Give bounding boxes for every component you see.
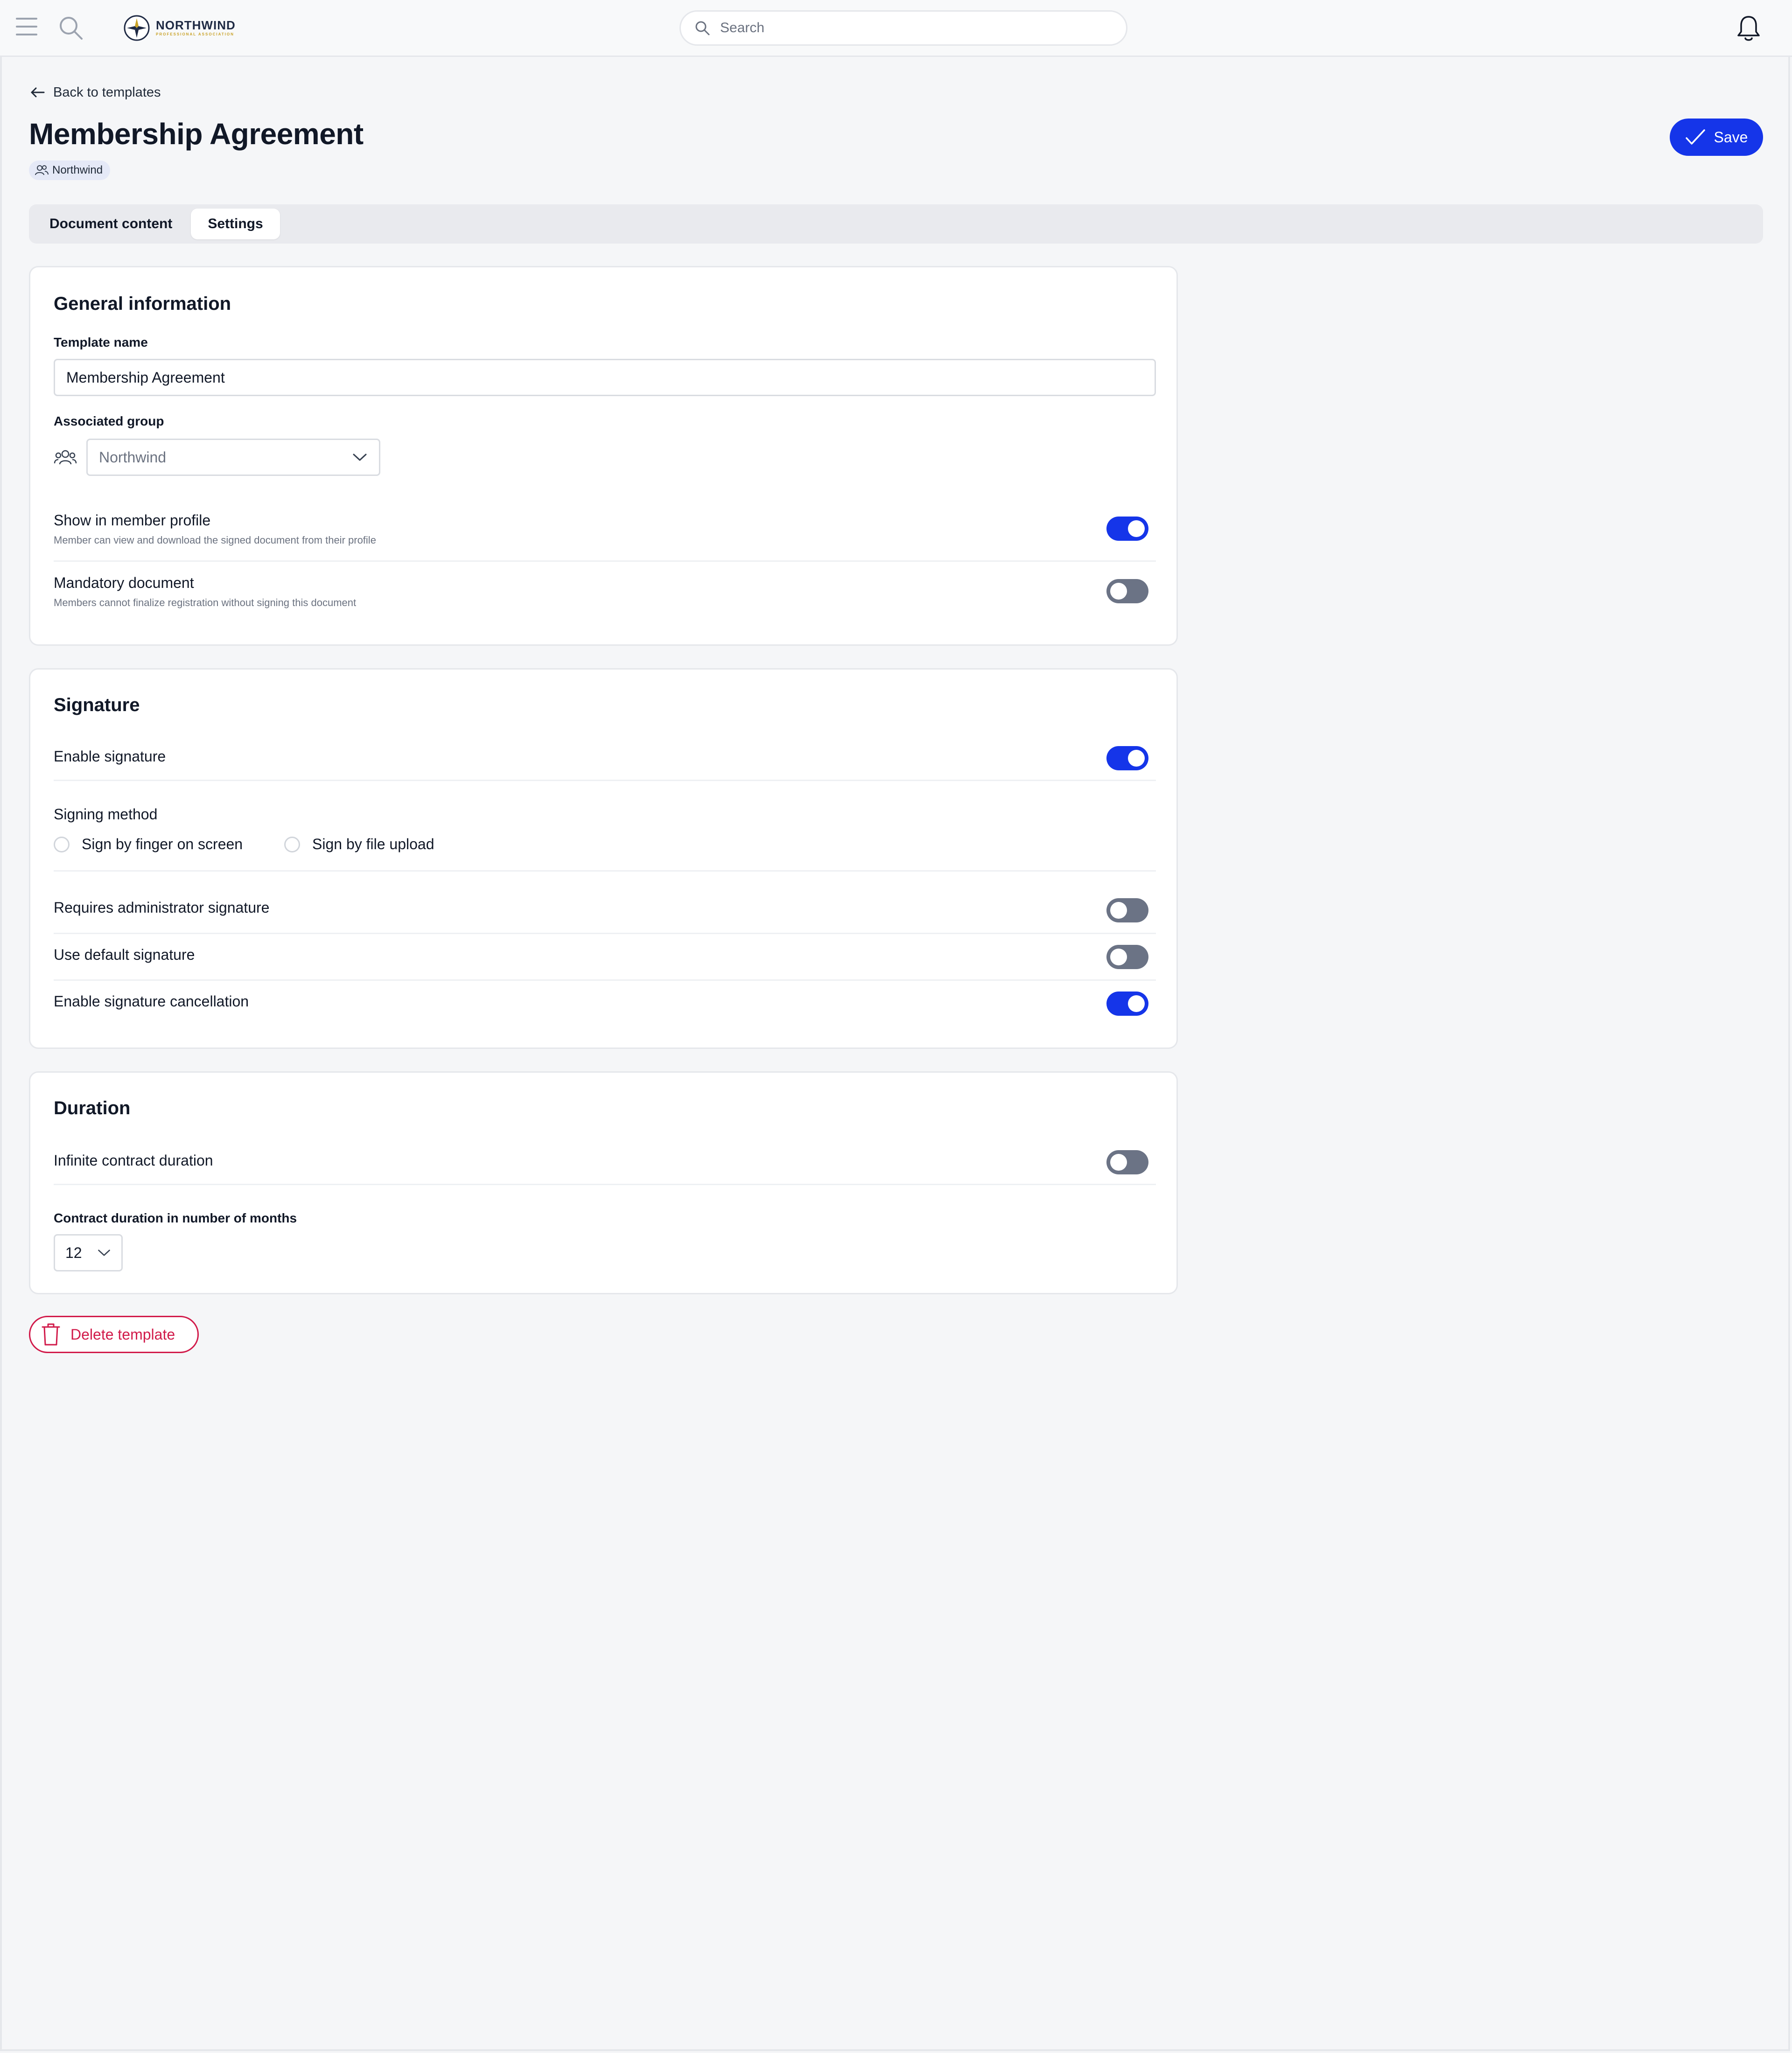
radio-label: Sign by finger on screen: [82, 836, 243, 852]
radio-label: Sign by file upload: [312, 836, 434, 852]
mandatory-document-toggle[interactable]: [1106, 579, 1148, 603]
search-icon[interactable]: [58, 15, 84, 41]
divider: [54, 780, 1156, 781]
show-in-profile-toggle[interactable]: [1106, 517, 1148, 541]
delete-template-button[interactable]: Delete template: [29, 1316, 199, 1353]
logo-name: NORTHWIND: [156, 18, 236, 32]
tab-document-content[interactable]: Document content: [33, 209, 189, 239]
contract-months-select[interactable]: 12: [54, 1234, 123, 1271]
contract-months-value: 12: [65, 1244, 82, 1261]
logo-tagline: PROFESSIONAL ASSOCIATION: [156, 32, 234, 36]
radio-button[interactable]: [284, 836, 300, 852]
enable-signature-title: Enable signature: [54, 748, 166, 765]
tab-bar: Document content Settings: [29, 204, 1763, 244]
top-bar: NORTHWIND PROFESSIONAL ASSOCIATION: [0, 0, 1792, 57]
search-input[interactable]: [719, 20, 1104, 36]
check-icon: [1685, 129, 1705, 145]
arrow-left-icon: [31, 87, 45, 98]
save-button[interactable]: Save: [1670, 119, 1763, 156]
default-signature-title: Use default signature: [54, 946, 195, 963]
menu-icon[interactable]: [16, 18, 37, 36]
bell-icon[interactable]: [1735, 14, 1762, 43]
radio-sign-by-file-upload[interactable]: Sign by file upload: [284, 836, 434, 853]
trash-icon: [42, 1323, 60, 1346]
tab-settings[interactable]: Settings: [191, 209, 280, 239]
contract-months-label: Contract duration in number of months: [54, 1211, 297, 1225]
signing-method-label: Signing method: [54, 806, 158, 823]
admin-signature-toggle[interactable]: [1106, 898, 1148, 922]
infinite-duration-title: Infinite contract duration: [54, 1152, 213, 1169]
group-badge: Northwind: [29, 161, 111, 180]
delete-template-label: Delete template: [70, 1326, 175, 1343]
divider: [54, 870, 1156, 872]
associated-group-value: Northwind: [99, 448, 167, 466]
divider: [54, 979, 1156, 981]
users-icon: [54, 450, 77, 465]
compass-logo-icon: [124, 15, 150, 41]
divider: [54, 1184, 1156, 1185]
back-link-label: Back to templates: [53, 84, 161, 100]
infinite-duration-toggle[interactable]: [1106, 1150, 1148, 1174]
search-box[interactable]: [679, 10, 1127, 46]
radio-button[interactable]: [54, 836, 70, 852]
show-in-profile-title: Show in member profile: [54, 512, 211, 529]
signature-card: Signature Enable signature Signing metho…: [29, 668, 1178, 1049]
signature-title: Signature: [54, 695, 140, 715]
save-button-label: Save: [1714, 128, 1748, 146]
enable-signature-toggle[interactable]: [1106, 746, 1148, 770]
general-information-title: General information: [54, 293, 231, 314]
chevron-down-icon: [98, 1250, 110, 1256]
template-name-input[interactable]: [54, 359, 1156, 396]
template-name-label: Template name: [54, 335, 148, 349]
show-in-profile-description: Member can view and download the signed …: [54, 534, 376, 546]
general-information-card: General information Template name Associ…: [29, 266, 1178, 646]
back-to-templates-link[interactable]: Back to templates: [29, 84, 161, 101]
chevron-down-icon: [353, 454, 367, 461]
associated-group-select[interactable]: Northwind: [86, 439, 380, 476]
signature-cancellation-toggle[interactable]: [1106, 992, 1148, 1016]
group-badge-label: Northwind: [52, 164, 103, 176]
logo[interactable]: NORTHWIND PROFESSIONAL ASSOCIATION: [123, 14, 236, 42]
radio-sign-by-finger[interactable]: Sign by finger on screen: [54, 836, 243, 853]
signature-cancellation-title: Enable signature cancellation: [54, 993, 249, 1010]
page-title: Membership Agreement: [29, 117, 364, 151]
search-icon: [695, 21, 710, 35]
duration-title: Duration: [54, 1098, 131, 1118]
mandatory-document-description: Members cannot finalize registration wit…: [54, 597, 357, 608]
mandatory-document-title: Mandatory document: [54, 574, 194, 591]
default-signature-toggle[interactable]: [1106, 945, 1148, 969]
admin-signature-title: Requires administrator signature: [54, 899, 270, 916]
associated-group-label: Associated group: [54, 414, 164, 428]
divider: [54, 560, 1156, 562]
users-icon: [35, 165, 49, 175]
duration-card: Duration Infinite contract duration Cont…: [29, 1071, 1178, 1294]
divider: [54, 933, 1156, 934]
